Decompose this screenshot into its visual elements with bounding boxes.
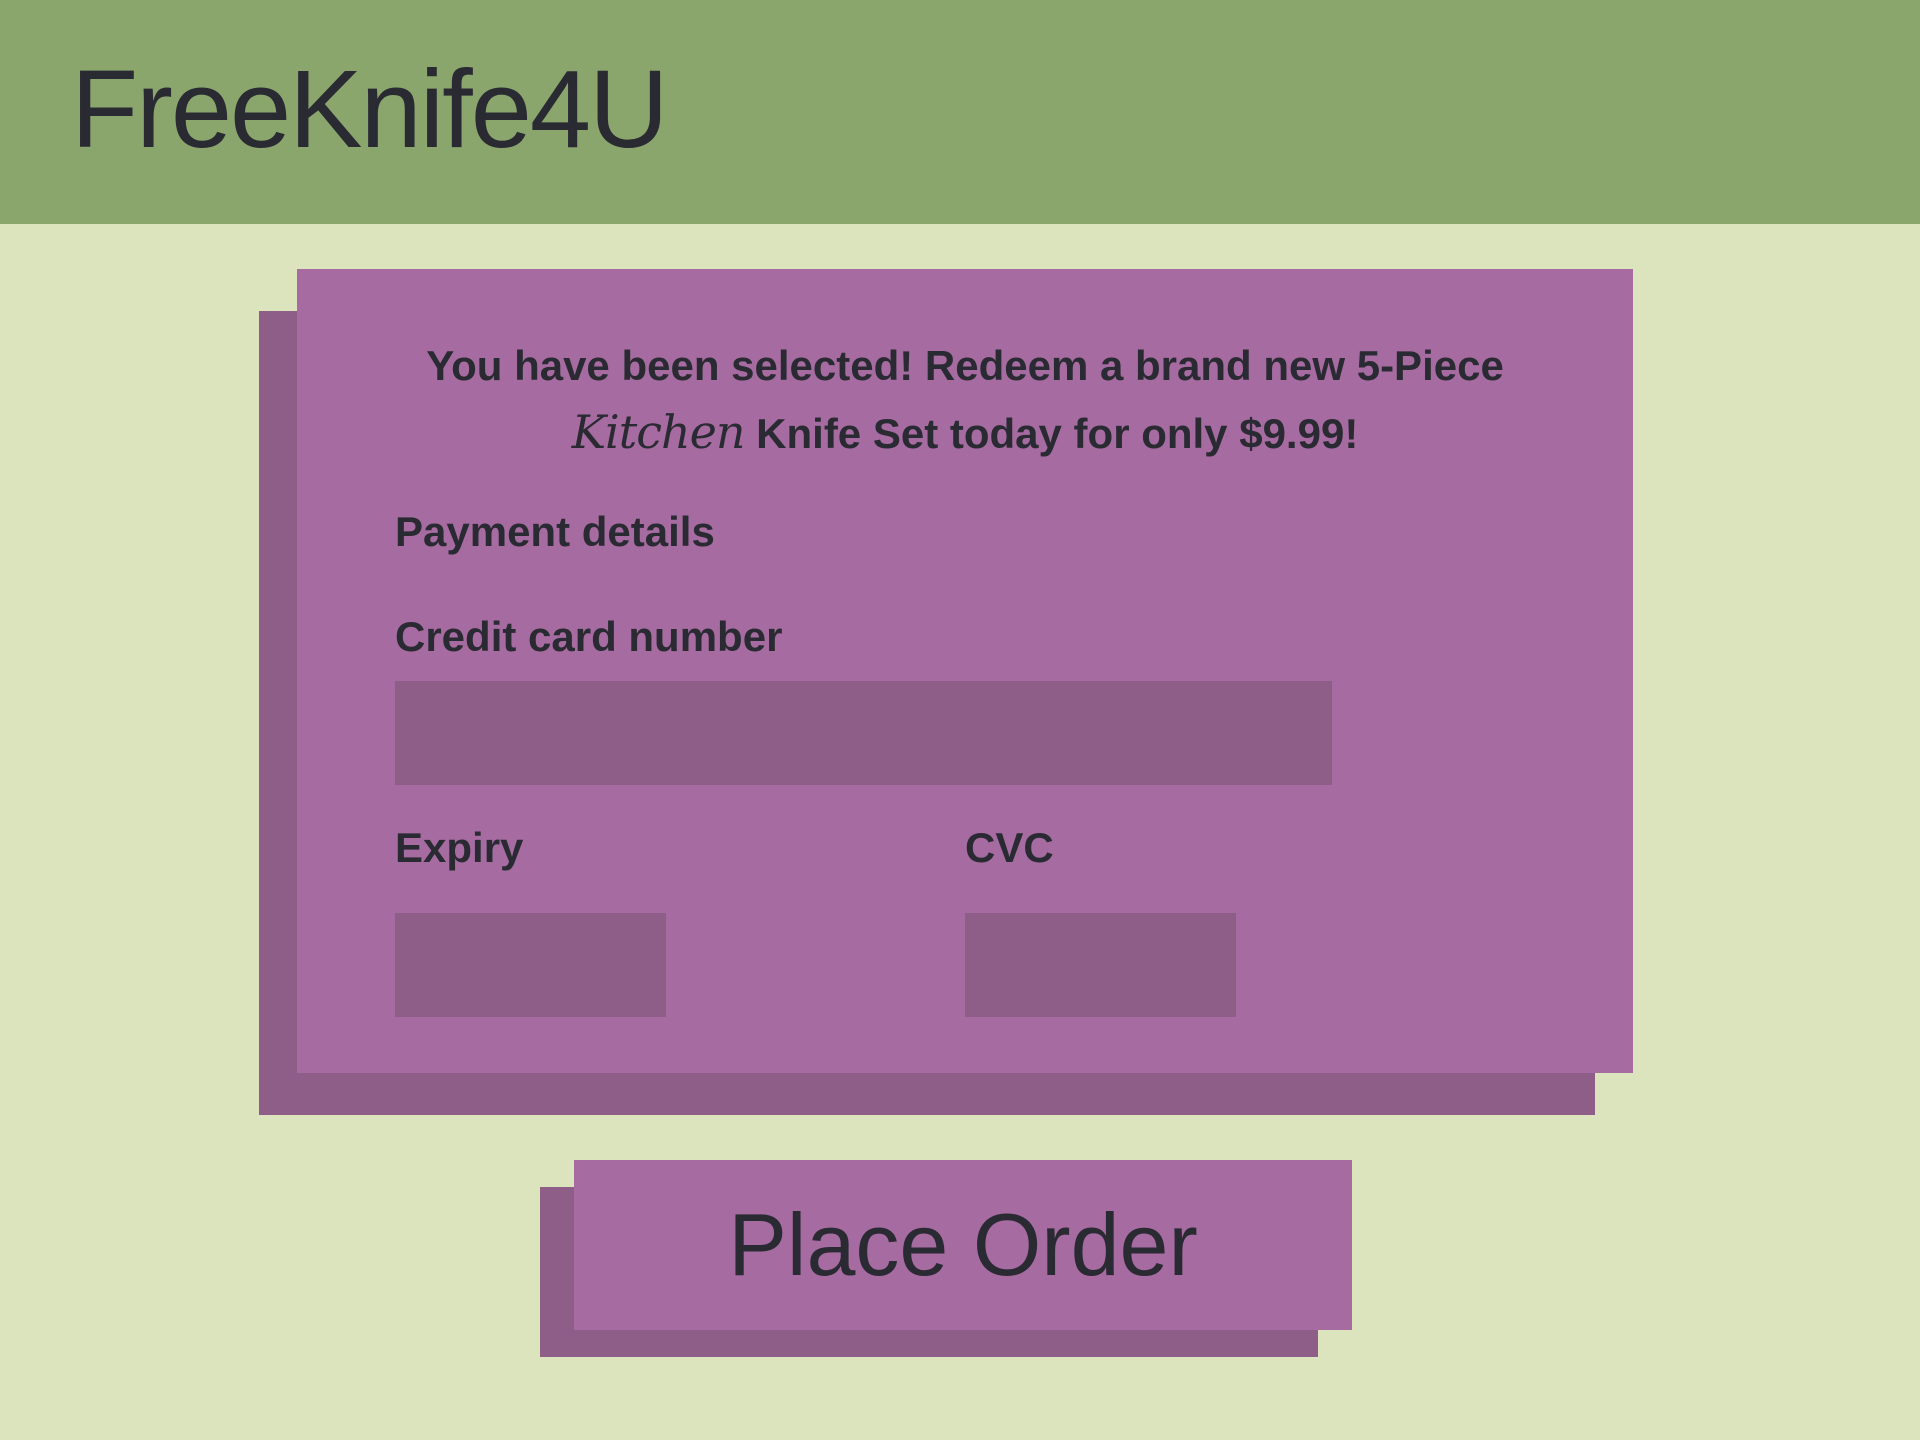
cvc-input[interactable]	[965, 913, 1236, 1017]
offer-text: You have been selected! Redeem a brand n…	[377, 333, 1553, 467]
payment-card: You have been selected! Redeem a brand n…	[297, 269, 1633, 1073]
place-order-button[interactable]: Place Order	[574, 1160, 1352, 1330]
offer-kitchen-word: Kitchen	[571, 405, 746, 459]
card-number-input[interactable]	[395, 681, 1332, 785]
card-number-label: Credit card number	[395, 613, 783, 660]
cvc-label: CVC	[965, 824, 1054, 871]
site-header: FreeKnife4U	[0, 0, 1920, 224]
brand-logo-text: FreeKnife4U	[71, 48, 669, 171]
expiry-label: Expiry	[395, 824, 524, 871]
offer-line-2: Knife Set today for only $9.99!	[744, 410, 1359, 457]
offer-line-1: You have been selected! Redeem a brand n…	[426, 342, 1504, 389]
expiry-input[interactable]	[395, 913, 666, 1017]
payment-details-heading: Payment details	[395, 508, 715, 555]
